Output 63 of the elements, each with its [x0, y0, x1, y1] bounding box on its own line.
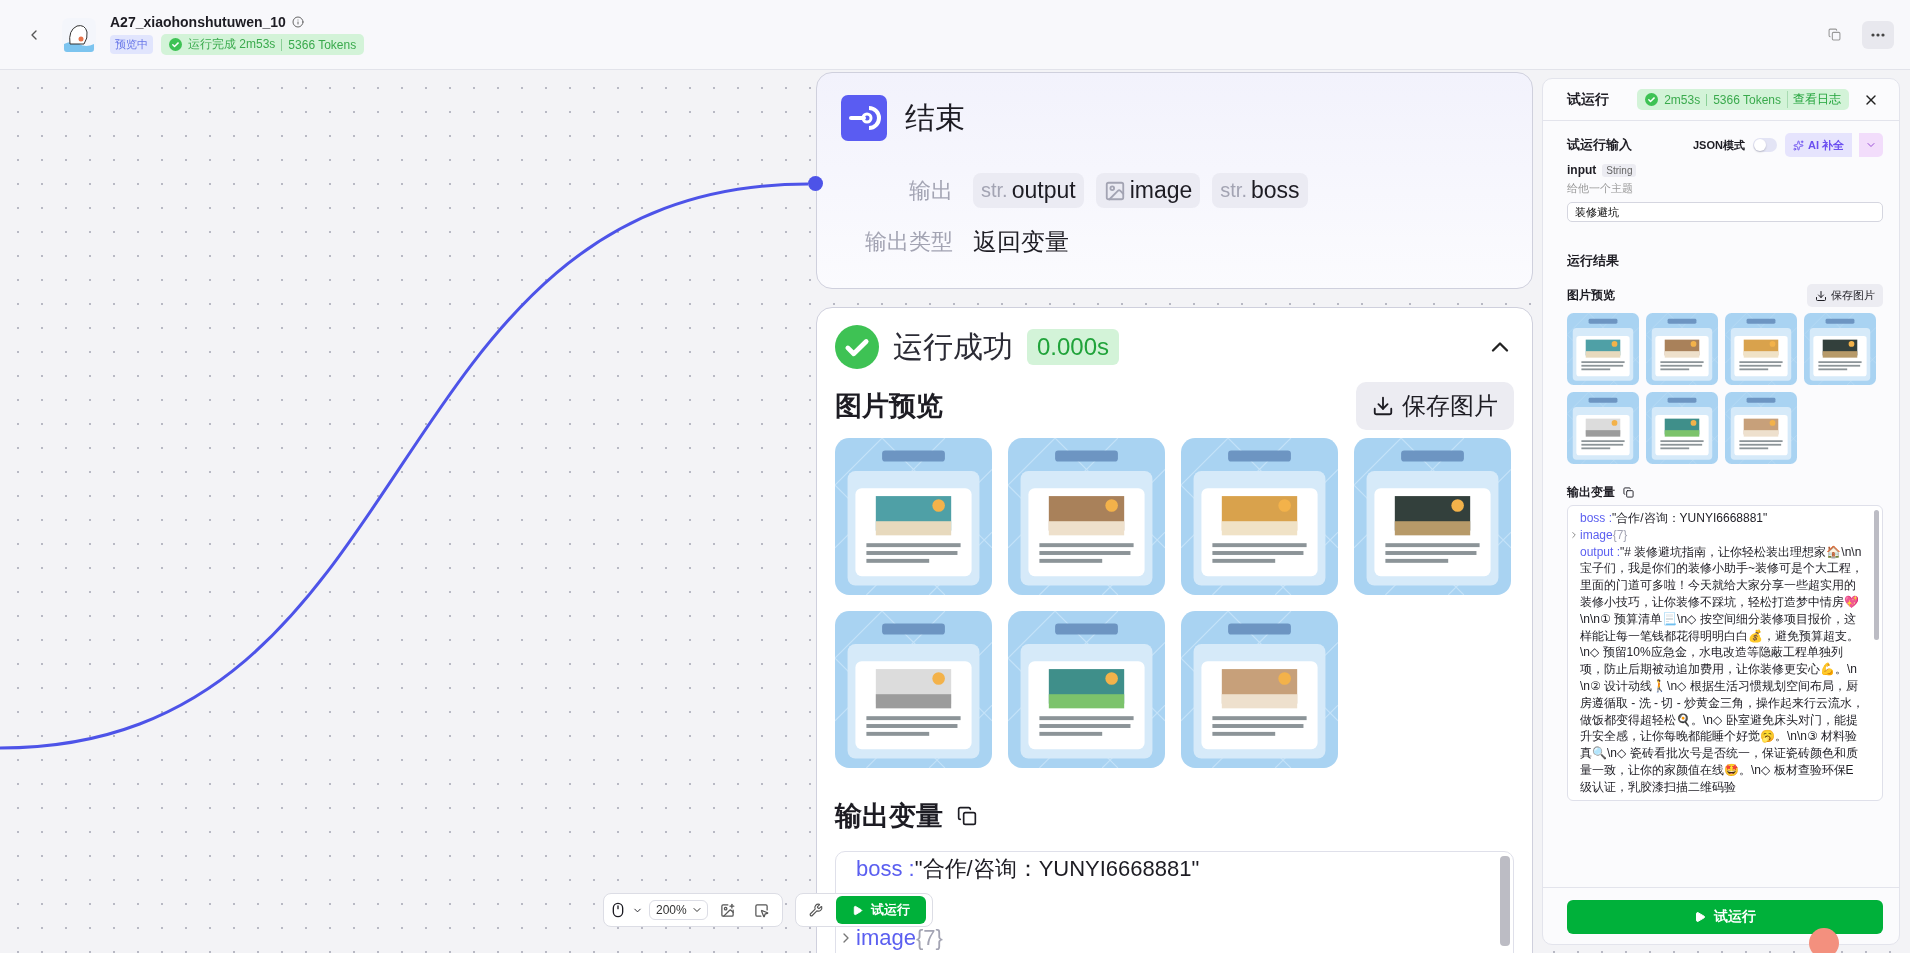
- download-icon: [1372, 395, 1394, 417]
- section-title: 试运行输入: [1567, 136, 1632, 154]
- variable-line: boss :"合作/咨询：YUNYI6668881": [856, 858, 1201, 880]
- variable-line: output :"# 装修避坑指南，让你轻松装出理想家🏠\n\n宝子们，我是你们的装修小助手~装修可是个大工程，里面的门道可多啦！今天就给大家分享一些超实用的装修小技巧，让你装修不踩坑，轻松打造梦中情房💖\n\n① 预算清单📃\n◇ 按空间细分装修项目报价，这样能让每一笔钱都花得明明白白💰，避免预算超支。\n◇ 预留10%应急金，水电改造等隐蔽工程单独列项，防止后期被动追加费用，让你装修更安心💪。\n\n② 设计动线🚶\n◇ 根据生活习惯规划空间布局，厨房遵循取 - 洗 - 切 - 炒黄金三角，操作起来行云流水，做饭都变得超轻松🍳。\n◇ 卧室避免床头对门，能提升安全感，让你每晚都能睡个好觉🥱。\n\n③ 材料验真🔍\n◇ 瓷砖看批次号是否统一，保证瓷砖颜色和质量一致，让你的家颜值在线🤩。\n◇ 板材查验环保E级认证，乳胶漆扫描二维码验: [1580, 543, 1864, 796]
- end-node-icon: [841, 95, 887, 141]
- variable-line: image{7}: [1580, 526, 1629, 544]
- assistant-icon[interactable]: [1809, 928, 1839, 953]
- play-icon: [851, 904, 863, 916]
- save-image-button[interactable]: 保存图片: [1356, 382, 1514, 430]
- more-icon: [1871, 32, 1885, 37]
- json-mode-label: JSON模式: [1692, 137, 1745, 153]
- result-status: 运行成功: [893, 328, 1013, 365]
- image-plus-icon[interactable]: [720, 902, 736, 918]
- status-text: 运行完成 2m53s: [188, 36, 276, 53]
- select-area-icon[interactable]: [754, 902, 770, 918]
- type-label: str.: [981, 179, 1008, 202]
- field-label: 输出类型: [864, 228, 953, 256]
- workflow-title: A27_xiaohonshutuwen_10: [110, 14, 286, 30]
- success-icon: [835, 325, 879, 369]
- type-tag: String: [1602, 163, 1637, 177]
- play-icon: [1694, 911, 1706, 923]
- image-icon: [1103, 179, 1126, 202]
- zoom-select[interactable]: 200%: [649, 900, 708, 920]
- mouse-icon[interactable]: [610, 902, 626, 918]
- scrollbar-thumb[interactable]: [1874, 510, 1879, 640]
- copy-icon[interactable]: [1623, 487, 1634, 498]
- more-button[interactable]: [1862, 20, 1894, 49]
- duration-text: 2m53s: [1664, 92, 1701, 107]
- section-title: 输出变量: [835, 800, 943, 833]
- success-icon: [169, 38, 182, 51]
- save-image-button[interactable]: 保存图片: [1807, 284, 1883, 307]
- variable-name: boss: [1250, 177, 1300, 204]
- section-title: 图片预览: [1567, 287, 1615, 304]
- field-value: 返回变量: [973, 227, 1069, 257]
- panel-title: 试运行: [1567, 90, 1609, 109]
- input-description: 给他一个主题: [1567, 181, 1634, 196]
- info-icon[interactable]: [291, 16, 304, 28]
- section-title: 运行结果: [1567, 252, 1620, 270]
- end-node-card[interactable]: 结束 输出 str. output image str. boss 输出类型 返回变量: [816, 72, 1533, 289]
- type-label: str.: [1220, 179, 1247, 202]
- success-icon: [1645, 93, 1659, 106]
- input-field[interactable]: 装修避坑: [1567, 202, 1883, 222]
- token-count: 5366 Tokens: [1713, 92, 1781, 107]
- scrollbar-thumb[interactable]: [1500, 856, 1510, 946]
- sparkle-icon: [1792, 139, 1804, 151]
- input-name: input: [1567, 163, 1597, 177]
- preview-tag: 预览中: [110, 35, 153, 54]
- copy-icon[interactable]: [957, 806, 977, 826]
- field-label: 输出: [908, 176, 953, 205]
- variable-name: output: [1011, 177, 1076, 204]
- chevron-right-icon[interactable]: [1569, 529, 1579, 540]
- token-count: 5366 Tokens: [288, 37, 357, 52]
- json-mode-toggle[interactable]: [1752, 138, 1777, 152]
- node-title: 结束: [905, 99, 965, 136]
- section-title: 图片预览: [835, 390, 943, 423]
- variable-line: image{7}: [856, 927, 944, 949]
- download-icon: [1815, 289, 1827, 302]
- wrench-icon[interactable]: [808, 903, 823, 917]
- section-title: 输出变量: [1567, 484, 1615, 501]
- duration-badge: 0.000s: [1027, 329, 1120, 365]
- variable-name: image: [1129, 177, 1193, 204]
- ai-complete-button[interactable]: AI 补全: [1784, 133, 1852, 157]
- variable-line: boss :"合作/咨询：YUNYI6668881": [1580, 510, 1769, 527]
